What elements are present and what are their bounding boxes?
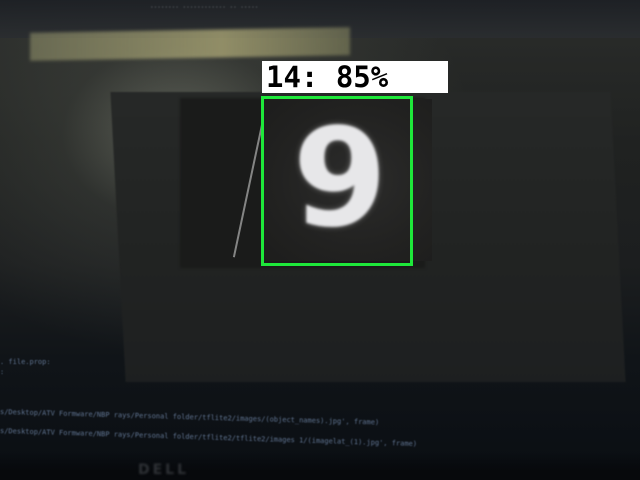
terminal-line: s/Desktop/ATV Formware/NBP rays/Personal… <box>0 408 380 427</box>
detection-label: 14: 85% <box>262 61 448 93</box>
terminal-line: : <box>0 368 5 376</box>
terminal-line: s/Desktop/ATV Formware/NBP rays/Personal… <box>0 427 418 449</box>
yellow-window-bar <box>30 27 350 61</box>
monitor-bezel <box>0 452 640 480</box>
terminal-line: . file.prop: <box>0 358 51 366</box>
monitor-brand-logo: DELL <box>138 462 190 478</box>
camera-frame: ········ ············ ·· ····· 9 14: 85%… <box>0 0 640 480</box>
top-menu-text: ········ ············ ·· ····· <box>150 4 259 11</box>
detection-bounding-box <box>261 96 413 266</box>
